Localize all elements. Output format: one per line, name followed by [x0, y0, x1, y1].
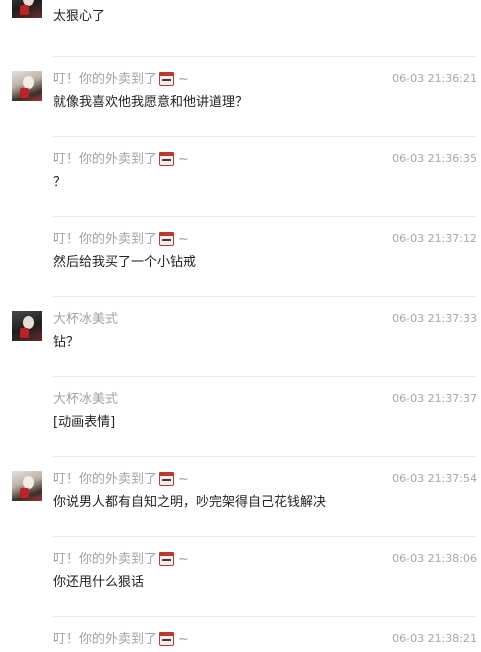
message-text: ？	[53, 175, 67, 190]
message-text: 你还甩什么狠话	[53, 575, 145, 590]
sender-suffix: ~	[178, 232, 189, 247]
message-divider	[53, 616, 477, 617]
sender-name[interactable]: 大杯冰美式	[53, 390, 118, 410]
lunchbox-icon	[159, 472, 175, 486]
avatar[interactable]	[12, 471, 42, 501]
chat-message: 叮！你的外卖到了 ~ 06-03 21:37:54 你说男人都有自知之明，吵完架得…	[0, 456, 481, 536]
avatar[interactable]	[12, 71, 42, 101]
message-divider	[53, 216, 477, 217]
message-time: 06-03 21:37:12	[392, 232, 477, 245]
chat-message: 叮！你的外卖到了 ~ 06-03 21:36:35 ？	[0, 136, 481, 216]
message-divider	[53, 56, 477, 57]
sender-name[interactable]: 叮！你的外卖到了 ~	[53, 230, 189, 250]
message-divider	[53, 296, 477, 297]
lunchbox-icon	[159, 152, 175, 166]
chat-message: 大杯冰美式 06-03 21:37:37 [动画表情]	[0, 376, 481, 456]
message-divider	[53, 376, 477, 377]
message-text: [动画表情]	[53, 415, 116, 430]
message-text: 你说男人都有自知之明，吵完架得自己花钱解决	[53, 495, 327, 510]
lunchbox-icon	[159, 72, 175, 86]
message-divider	[53, 536, 477, 537]
message-time: 06-03 21:36:35	[392, 152, 477, 165]
sender-suffix: ~	[178, 632, 189, 647]
sender-name[interactable]: 叮！你的外卖到了 ~	[53, 550, 189, 570]
sender-name-text: 叮！你的外卖到了	[53, 232, 158, 247]
avatar[interactable]	[12, 0, 42, 18]
message-divider	[53, 136, 477, 137]
avatar[interactable]	[12, 311, 42, 341]
message-time: 06-03 21:36:21	[392, 72, 477, 85]
message-divider	[53, 456, 477, 457]
message-text: 就像我喜欢他我愿意和他讲道理？	[53, 95, 249, 110]
message-time: 06-03 21:38:21	[392, 632, 477, 645]
sender-name[interactable]: 大杯冰美式	[53, 310, 118, 330]
message-time: 06-03 21:37:54	[392, 472, 477, 485]
message-text: 然后给我买了一个小钻戒	[53, 255, 197, 270]
chat-history: 太狠心了 叮！你的外卖到了 ~ 06-03 21:36:21 就像我喜欢他我愿意和…	[0, 0, 481, 652]
lunchbox-icon	[159, 232, 175, 246]
sender-name[interactable]: 叮！你的外卖到了 ~	[53, 70, 189, 90]
chat-message: 叮！你的外卖到了 ~ 06-03 21:38:21	[0, 616, 481, 652]
sender-name-text: 叮！你的外卖到了	[53, 632, 158, 647]
lunchbox-icon	[159, 552, 175, 566]
message-time: 06-03 21:37:37	[392, 392, 477, 405]
sender-suffix: ~	[178, 72, 189, 87]
message-time: 06-03 21:38:06	[392, 552, 477, 565]
message-time: 06-03 21:37:33	[392, 312, 477, 325]
chat-message: 叮！你的外卖到了 ~ 06-03 21:38:06 你还甩什么狠话	[0, 536, 481, 616]
sender-name-text: 大杯冰美式	[53, 392, 119, 407]
sender-name-text: 大杯冰美式	[53, 312, 119, 327]
sender-name-text: 叮！你的外卖到了	[53, 472, 158, 487]
sender-name[interactable]: 叮！你的外卖到了 ~	[53, 630, 189, 650]
sender-suffix: ~	[178, 152, 189, 167]
message-text: 钻？	[53, 335, 80, 350]
sender-suffix: ~	[178, 472, 189, 487]
sender-name-text: 叮！你的外卖到了	[53, 72, 158, 87]
chat-message: 叮！你的外卖到了 ~ 06-03 21:36:21 就像我喜欢他我愿意和他讲道理？	[0, 56, 481, 136]
chat-message: 叮！你的外卖到了 ~ 06-03 21:37:12 然后给我买了一个小钻戒	[0, 216, 481, 296]
lunchbox-icon	[159, 632, 175, 646]
chat-message: 大杯冰美式 06-03 21:37:33 钻？	[0, 296, 481, 376]
sender-name-text: 叮！你的外卖到了	[53, 152, 158, 167]
sender-suffix: ~	[178, 552, 189, 567]
sender-name[interactable]: 叮！你的外卖到了 ~	[53, 150, 189, 170]
sender-name[interactable]: 叮！你的外卖到了 ~	[53, 470, 189, 490]
sender-name-text: 叮！你的外卖到了	[53, 552, 158, 567]
message-text: 太狠心了	[53, 9, 106, 24]
